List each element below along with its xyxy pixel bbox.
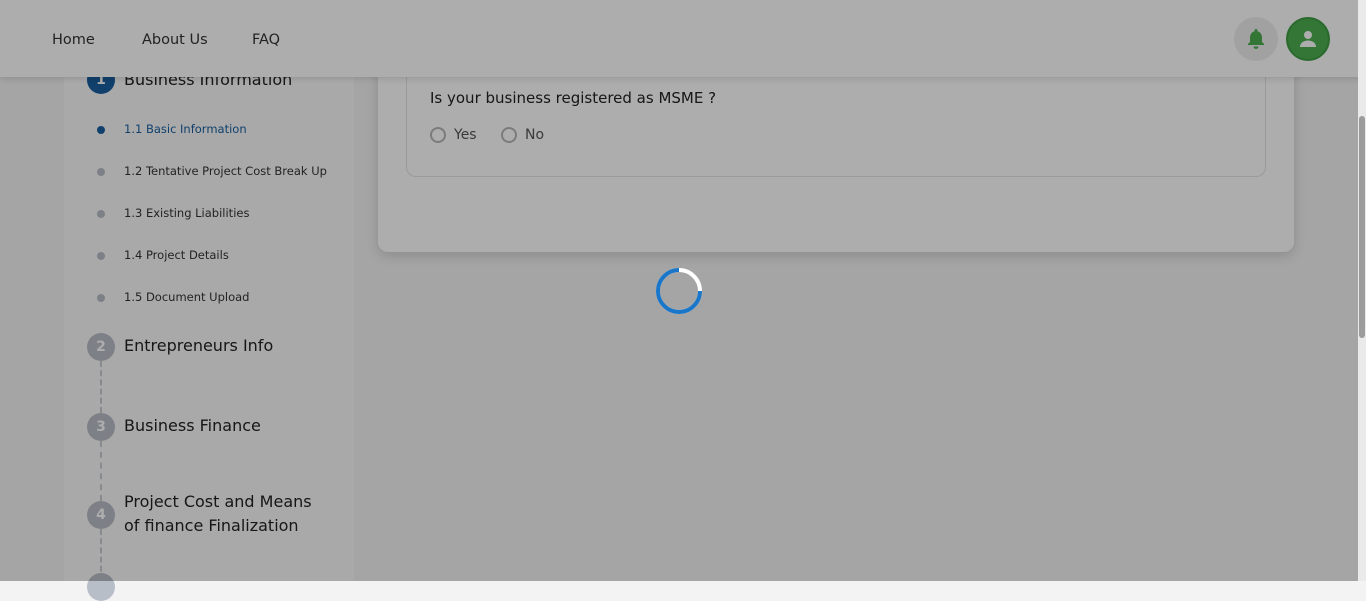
- loading-spinner-icon: [656, 268, 702, 314]
- scrollbar-thumb[interactable]: [1359, 116, 1365, 338]
- page-scrollbar[interactable]: [1358, 0, 1366, 581]
